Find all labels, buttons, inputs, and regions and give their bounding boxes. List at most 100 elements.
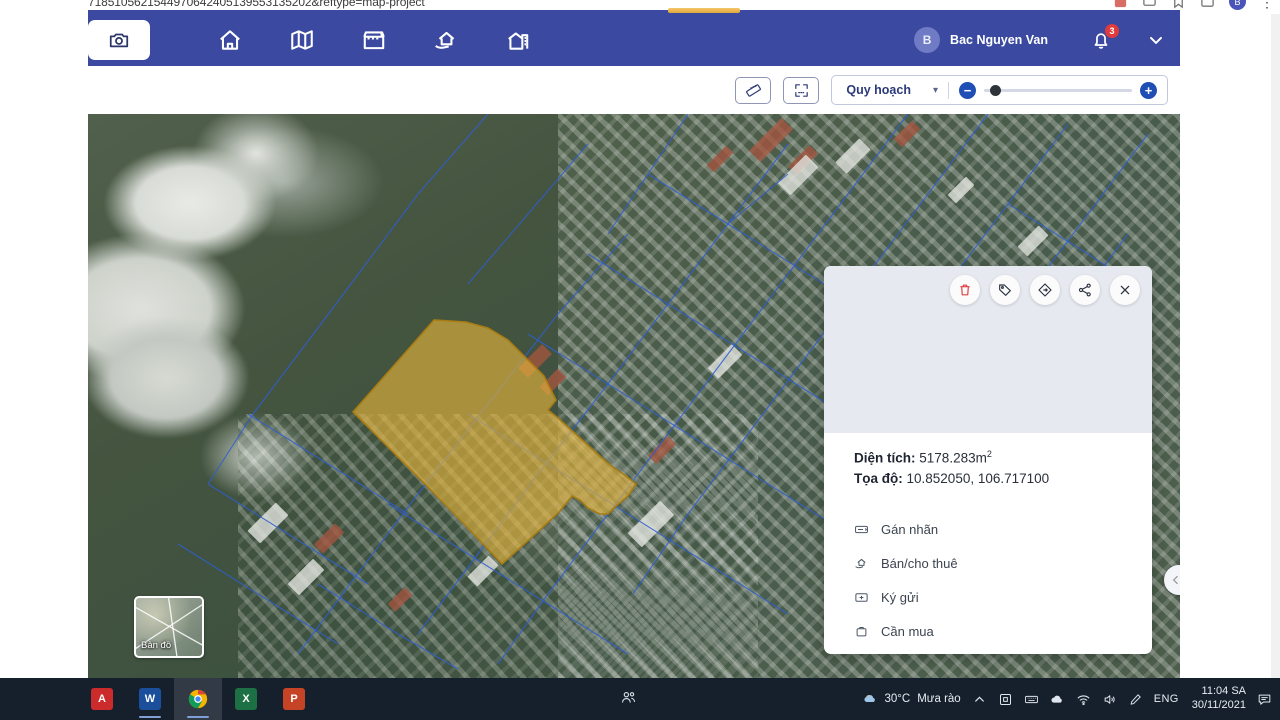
share-icon[interactable] bbox=[1070, 275, 1100, 305]
opacity-slider-group: − + bbox=[959, 81, 1157, 99]
word-app[interactable]: W bbox=[126, 678, 174, 720]
screen-root: 7185105621544970642405139553135202&refty… bbox=[0, 0, 1280, 720]
menu-item-premium-service[interactable]: Dịch vụ nâng cao bbox=[854, 652, 1152, 654]
page-left-margin bbox=[0, 14, 88, 678]
maptype-switcher[interactable]: Bản đồ bbox=[134, 596, 204, 658]
menu-item-deposit[interactable]: Ký gửi bbox=[854, 584, 1152, 610]
zoom-in-button[interactable]: + bbox=[1140, 81, 1157, 99]
notification-badge: 3 bbox=[1105, 24, 1119, 38]
taskbar-apps: A W X P bbox=[78, 678, 318, 720]
user-name: Bac Nguyen Van bbox=[950, 33, 1048, 47]
address-bar-url[interactable]: 7185105621544970642405139553135202&refty… bbox=[88, 0, 425, 9]
page-right-margin bbox=[1180, 14, 1280, 678]
wifi-icon[interactable] bbox=[1076, 692, 1091, 707]
pen-icon[interactable] bbox=[1128, 692, 1143, 707]
people-icon[interactable] bbox=[620, 689, 637, 711]
cloud-icon[interactable] bbox=[1050, 692, 1065, 707]
parcel-facts: Diện tích: 5178.283m2 Tọa độ: 10.852050,… bbox=[824, 433, 1152, 503]
clock-time: 11:04 SA bbox=[1201, 685, 1246, 698]
navigate-icon[interactable] bbox=[1030, 275, 1060, 305]
parcel-action-menu: Gán nhãn Bán/cho thuê Ký gửi Cần mua bbox=[824, 503, 1152, 654]
extension-icon[interactable] bbox=[1113, 0, 1128, 9]
word-icon: W bbox=[139, 688, 161, 710]
chevron-down-icon[interactable] bbox=[1146, 30, 1166, 50]
chrome-app[interactable] bbox=[174, 678, 222, 720]
page-scrollbar[interactable] bbox=[1271, 14, 1280, 678]
windows-taskbar: A W X P 30°C Mưa rào ENG 11:04 SA 30/11/… bbox=[0, 678, 1280, 720]
chrome-icon bbox=[187, 688, 209, 710]
chevron-down-icon: ▾ bbox=[932, 84, 938, 96]
slider-handle[interactable] bbox=[990, 84, 1001, 96]
area-unit-exponent: 2 bbox=[986, 449, 992, 459]
sidebar-item-home[interactable] bbox=[194, 14, 266, 66]
volume-icon[interactable] bbox=[1102, 692, 1117, 707]
sidebar-item-store[interactable] bbox=[338, 14, 410, 66]
menu-item-text: Cần mua bbox=[881, 623, 934, 639]
maptype-label: Bản đồ bbox=[141, 640, 172, 651]
app-navbar: B Bac Nguyen Van 3 bbox=[88, 14, 1180, 66]
cast-icon[interactable] bbox=[1142, 0, 1157, 9]
menu-item-want-buy[interactable]: Cần mua bbox=[854, 618, 1152, 644]
weather-temp: 30°C bbox=[884, 693, 911, 705]
layer-controls: Quy hoạch ▾ − + bbox=[831, 75, 1168, 105]
excel-icon: X bbox=[235, 688, 257, 710]
excel-app[interactable]: X bbox=[222, 678, 270, 720]
coord-value: 10.852050, 106.717100 bbox=[906, 471, 1050, 487]
area-value: 5178.283m bbox=[919, 450, 987, 466]
keyboard-icon[interactable] bbox=[1024, 692, 1039, 707]
navbar-right: B Bac Nguyen Van 3 bbox=[914, 24, 1180, 53]
deposit-icon bbox=[855, 592, 868, 602]
menu-dots-icon[interactable]: ⋮ bbox=[1260, 0, 1274, 9]
layer-select[interactable]: Quy hoạch ▾ bbox=[846, 83, 938, 97]
menu-item-text: Ký gửi bbox=[881, 589, 919, 605]
weather-condition: Mưa rào bbox=[917, 693, 961, 705]
coord-label: Tọa độ: bbox=[854, 471, 903, 487]
chevron-up-icon[interactable] bbox=[972, 692, 987, 707]
select-area-icon[interactable] bbox=[783, 76, 820, 104]
opacity-slider[interactable] bbox=[984, 84, 1132, 96]
window-icon[interactable] bbox=[1200, 0, 1215, 9]
notifications-button[interactable]: 3 bbox=[1090, 24, 1119, 51]
parcel-info-panel: Diện tích: 5178.283m2 Tọa độ: 10.852050,… bbox=[824, 266, 1152, 654]
taskbar-tray: 30°C Mưa rào ENG 11:04 SA 30/11/2021 bbox=[863, 678, 1273, 720]
house-hand-icon bbox=[855, 558, 866, 568]
label-tag-icon bbox=[855, 525, 868, 533]
zoom-out-button[interactable]: − bbox=[959, 81, 976, 99]
user-menu[interactable]: B Bac Nguyen Van bbox=[914, 27, 1048, 53]
close-icon[interactable] bbox=[1110, 275, 1140, 305]
navbar-left bbox=[88, 14, 554, 66]
area-label: Diện tích: bbox=[854, 450, 916, 466]
avatar: B bbox=[914, 27, 941, 53]
map-toolbar: Quy hoạch ▾ − + bbox=[88, 66, 1180, 114]
briefcase-icon bbox=[856, 626, 867, 636]
clock-date: 30/11/2021 bbox=[1191, 699, 1246, 711]
delete-icon[interactable] bbox=[950, 275, 980, 305]
sidebar-item-map[interactable] bbox=[266, 14, 338, 66]
tag-icon[interactable] bbox=[990, 275, 1020, 305]
pdf-icon: A bbox=[91, 688, 113, 710]
chat-notification-icon[interactable] bbox=[1257, 692, 1272, 707]
menu-item-label[interactable]: Gán nhãn bbox=[854, 516, 1152, 542]
camera-icon[interactable] bbox=[88, 20, 150, 60]
browser-toolbar-icons: B ⋮ bbox=[1113, 0, 1274, 10]
pdf-app[interactable]: A bbox=[78, 678, 126, 720]
map-canvas[interactable]: Bản đồ Diện tích: 5178.283m2 Tọa độ: 10.… bbox=[88, 114, 1180, 678]
ruler-icon[interactable] bbox=[735, 76, 772, 104]
bookmark-icon[interactable] bbox=[1171, 0, 1186, 9]
language-indicator[interactable]: ENG bbox=[1154, 693, 1179, 705]
sidebar-item-project[interactable] bbox=[482, 14, 554, 66]
profile-icon[interactable]: B bbox=[1229, 0, 1246, 10]
menu-item-sell-rent[interactable]: Bán/cho thuê bbox=[854, 550, 1152, 576]
powerpoint-icon: P bbox=[283, 688, 305, 710]
onedrive-sync-icon[interactable] bbox=[998, 692, 1013, 707]
menu-item-text: Gán nhãn bbox=[881, 521, 939, 537]
menu-item-text: Bán/cho thuê bbox=[881, 555, 958, 571]
active-tab-indicator[interactable] bbox=[668, 8, 740, 13]
powerpoint-app[interactable]: P bbox=[270, 678, 318, 720]
toolbar-divider bbox=[948, 81, 949, 99]
parcel-area-row: Diện tích: 5178.283m2 bbox=[854, 448, 1152, 469]
sidebar-item-trade[interactable] bbox=[410, 14, 482, 66]
weather-widget[interactable]: 30°C Mưa rào bbox=[863, 692, 961, 707]
taskbar-clock[interactable]: 11:04 SA 30/11/2021 bbox=[1192, 685, 1246, 713]
layer-select-value: Quy hoạch bbox=[846, 83, 911, 97]
